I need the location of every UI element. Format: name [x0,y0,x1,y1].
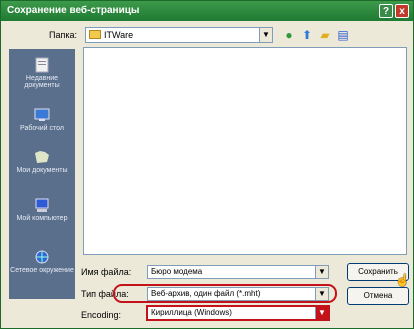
folder-value: ITWare [104,30,134,40]
file-list[interactable] [83,47,407,255]
filename-value: Бюро модема [151,267,203,276]
desktop-icon [34,108,50,121]
views-menu-icon[interactable]: ▤ [335,27,351,43]
places-bar: Недавние документы Рабочий стол Мои доку… [9,49,75,299]
chevron-down-icon[interactable]: ▼ [315,266,328,278]
cancel-button[interactable]: Отмена [347,287,409,305]
help-button[interactable]: ? [379,4,393,18]
place-my-documents[interactable]: Мои документы [9,149,75,174]
folder-label: Папка: [49,30,77,40]
place-label: Мои документы [16,167,68,174]
place-label: Сетевое окружение [10,267,74,274]
encoding-highlight [146,305,330,321]
place-network-places[interactable]: Сетевое окружение [9,249,75,274]
folder-combo[interactable]: ITWare ▼ [85,27,273,43]
folder-icon [89,30,101,39]
recent-documents-icon [35,57,49,73]
back-arrow-icon[interactable]: ● [281,27,297,43]
new-folder-icon[interactable]: ▰ [317,27,333,43]
network-places-icon [35,250,49,264]
encoding-label: Encoding: [81,310,122,320]
chevron-down-icon[interactable]: ▼ [259,28,272,42]
filetype-highlight [113,284,337,303]
filename-label: Имя файла: [81,267,132,277]
titlebar: Сохранение веб-страницы ? x [1,1,413,21]
save-webpage-dialog: Сохранение веб-страницы ? x Папка: ITWar… [0,0,414,329]
place-recent-documents[interactable]: Недавние документы [9,57,75,89]
close-button[interactable]: x [395,4,409,18]
place-desktop[interactable]: Рабочий стол [9,107,75,132]
place-label: Рабочий стол [20,125,64,132]
place-label: Недавние документы [24,75,60,89]
window-title: Сохранение веб-страницы [7,5,140,16]
up-folder-icon[interactable]: ⬆ [299,27,315,43]
place-label: Мой компьютер [16,215,68,222]
my-computer-icon [35,198,49,212]
mouse-cursor-icon: ☝ [395,273,410,287]
place-my-computer[interactable]: Мой компьютер [9,197,75,222]
my-documents-icon [35,151,49,163]
filename-input[interactable]: Бюро модема ▼ [147,265,329,279]
